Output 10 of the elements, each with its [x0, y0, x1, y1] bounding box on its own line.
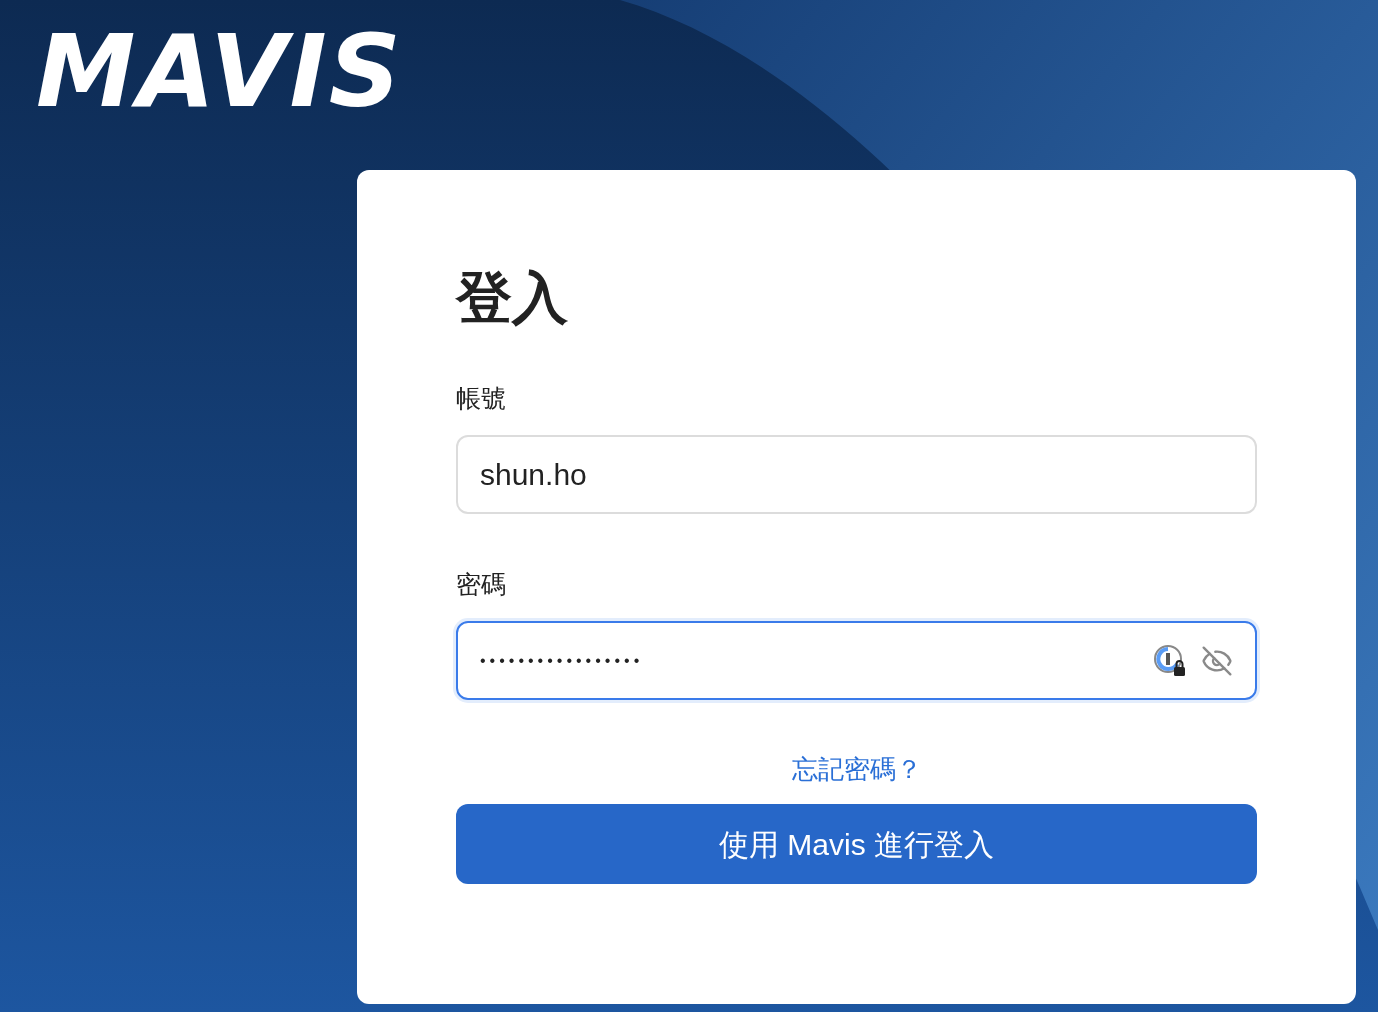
login-button[interactable]: 使用 Mavis 進行登入: [456, 804, 1257, 884]
password-label: 密碼: [456, 572, 507, 597]
login-title: 登入: [456, 270, 569, 326]
password-manager-icon[interactable]: [1153, 643, 1187, 678]
username-label: 帳號: [456, 386, 507, 411]
logo: MAVIS: [36, 13, 403, 130]
hide-password-icon[interactable]: [1201, 644, 1233, 677]
username-field[interactable]: shun.ho: [456, 435, 1257, 514]
forgot-password-link[interactable]: 忘記密碼？: [791, 756, 922, 782]
password-field[interactable]: •••••••••••••••••: [456, 621, 1257, 700]
